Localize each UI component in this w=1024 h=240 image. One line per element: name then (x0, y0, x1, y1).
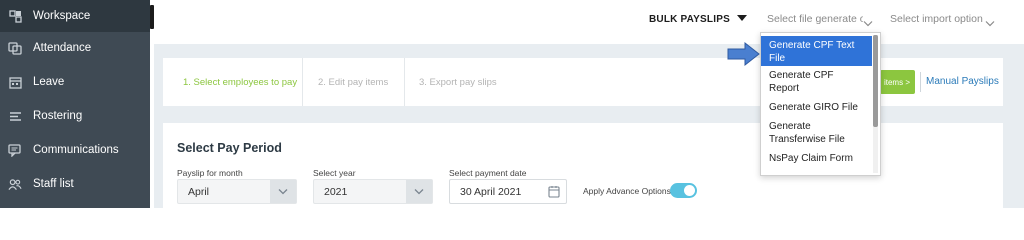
sidebar-item-attendance[interactable]: Attendance (0, 32, 150, 64)
year-label: Select year (313, 168, 356, 178)
sidebar-item-staff-list[interactable]: Staff list (0, 168, 150, 200)
sidebar-item-label: Attendance (33, 42, 92, 54)
sidebar-item-rostering[interactable]: Rostering (0, 100, 150, 132)
year-value: 2021 (324, 186, 348, 198)
top-bar: BULK PAYSLIPS Select file generate o... … (154, 0, 1024, 44)
sidebar-item-label: Workspace (33, 10, 91, 22)
panel-title: Select Pay Period (177, 141, 282, 155)
option-generate-giro-file[interactable]: Generate GIRO File (761, 101, 872, 117)
calendar-icon (8, 75, 22, 89)
chevron-down-icon[interactable] (406, 180, 432, 203)
month-label: Payslip for month (177, 168, 243, 178)
bulk-payslips-menu[interactable]: BULK PAYSLIPS (649, 14, 730, 25)
next-edit-pay-items-button[interactable]: items > (880, 70, 915, 94)
scrollbar-thumb[interactable] (873, 35, 878, 127)
option-generate-cpf-text-file[interactable]: Generate CPF Text File (761, 36, 872, 66)
payment-date-value: 30 April 2021 (460, 186, 522, 198)
chevron-down-icon[interactable] (985, 14, 995, 32)
sidebar-item-communications[interactable]: Communications (0, 134, 150, 166)
step-export-pay-slips[interactable]: 3. Export pay slips (405, 58, 535, 106)
caret-down-icon[interactable] (737, 15, 747, 21)
option-generate-transferwise-file[interactable]: Generate Transferwise File (761, 120, 872, 148)
step-select-employees[interactable]: 1. Select employees to pay (163, 58, 303, 106)
sidebar-item-label: Rostering (33, 110, 83, 122)
toggle-knob (684, 185, 695, 196)
chevron-down-icon[interactable] (270, 180, 296, 203)
payment-date-label: Select payment date (449, 168, 527, 178)
payment-date-input[interactable]: 30 April 2021 (449, 179, 567, 204)
people-icon (8, 177, 22, 191)
option-nspay-claim-form[interactable]: NsPay Claim Form (761, 152, 872, 168)
list-icon (8, 109, 22, 123)
chat-icon (8, 143, 22, 157)
select-import-option[interactable]: Select import option (890, 13, 983, 25)
chevron-down-icon[interactable] (863, 14, 873, 32)
divider (920, 72, 921, 92)
calendar-icon[interactable] (548, 185, 560, 203)
manual-payslips-link[interactable]: Manual Payslips (926, 76, 999, 87)
advance-options-toggle[interactable] (670, 183, 697, 198)
advance-options-label: Apply Advance Options (583, 186, 671, 196)
dropdown-scrollbar[interactable] (873, 35, 878, 173)
sidebar-item-label: Leave (33, 76, 65, 88)
sidebar-item-label: Staff list (33, 178, 74, 190)
sidebar-item-workspace[interactable]: Workspace (0, 0, 150, 32)
sidebar-item-label: Communications (33, 144, 119, 156)
attendance-icon (8, 41, 22, 55)
app-root: Workspace Attendance Leave Rostering Com… (0, 0, 1024, 208)
workspace-icon (8, 9, 22, 23)
month-value: April (188, 186, 210, 198)
arrow-right-icon (727, 41, 761, 72)
month-select[interactable]: April (177, 179, 297, 204)
year-select[interactable]: 2021 (313, 179, 433, 204)
option-generate-cpf-report[interactable]: Generate CPF Report (761, 69, 872, 97)
sidebar: Workspace Attendance Leave Rostering Com… (0, 0, 150, 208)
select-file-generate-option[interactable]: Select file generate o... (767, 13, 863, 25)
step-edit-pay-items[interactable]: 2. Edit pay items (303, 58, 405, 106)
file-generate-dropdown: Generate CPF Text File Generate CPF Repo… (760, 32, 881, 176)
sidebar-item-leave[interactable]: Leave (0, 66, 150, 98)
